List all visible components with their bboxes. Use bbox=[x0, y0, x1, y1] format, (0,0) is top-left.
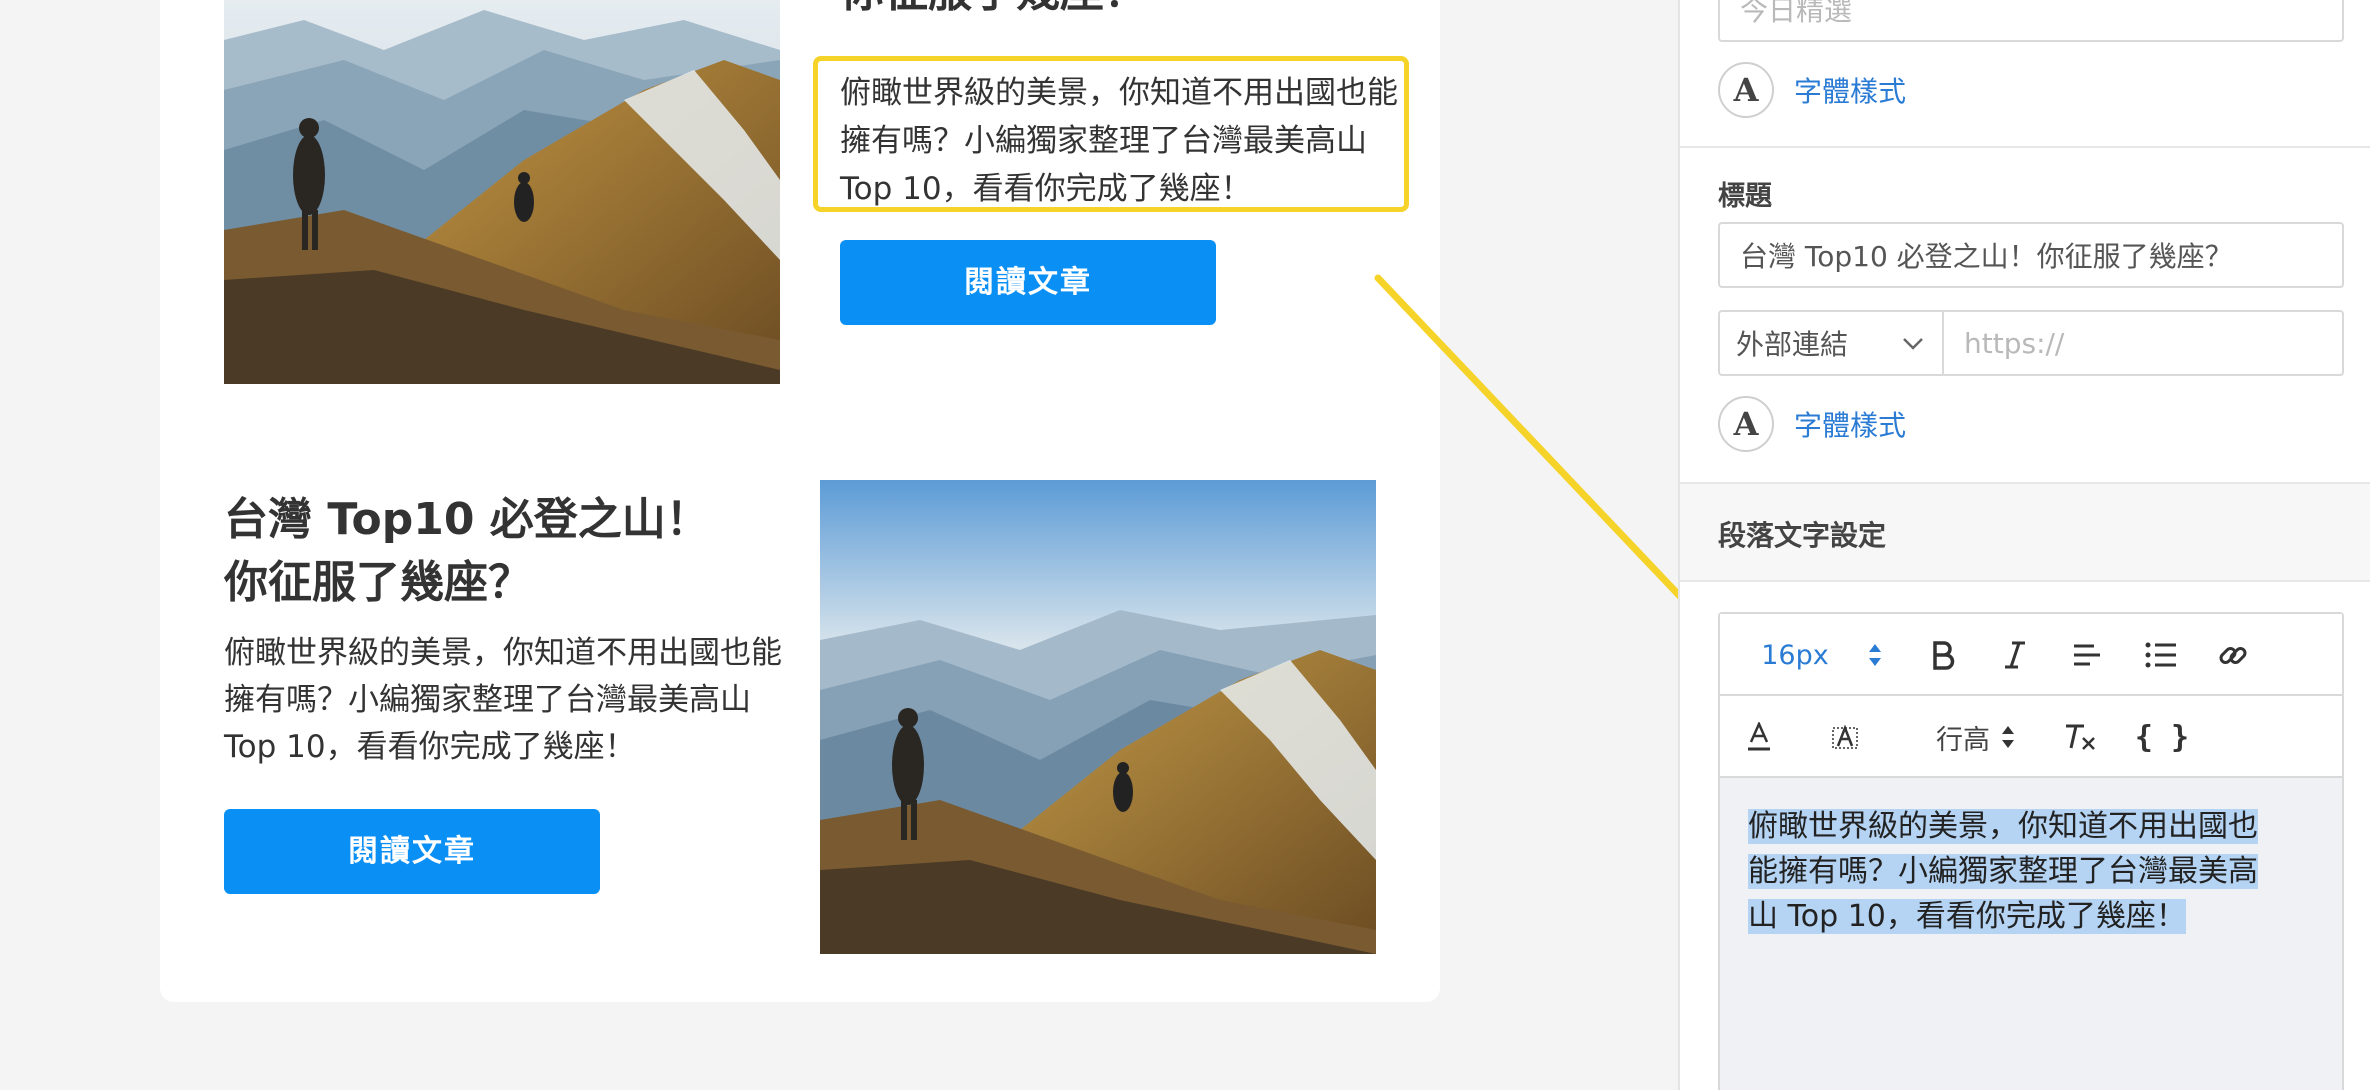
mountain-photo-top[interactable] bbox=[224, 0, 780, 384]
settings-panel: 今日精選 A 字體樣式 標題 台灣 Top10 必登之山！你征服了幾座？ 外部連… bbox=[1678, 0, 2370, 1090]
article-title-bottom[interactable]: 台灣 Top10 必登之山！ 你征服了幾座？ bbox=[224, 488, 784, 614]
text-color-icon[interactable] bbox=[1734, 696, 1784, 778]
email-preview-card: 你征服了幾座？ 俯瞰世界級的美景，你知道不用出國也能擁有嗎？小編獨家整理了台灣最… bbox=[160, 0, 1440, 1002]
article-description-top-selected[interactable]: 俯瞰世界級的美景，你知道不用出國也能擁有嗎？小編獨家整理了台灣最美高山 Top … bbox=[813, 56, 1409, 212]
editor-toolbar-row-2: 行高 { } bbox=[1720, 696, 2342, 778]
subtitle-input[interactable]: 今日精選 bbox=[1718, 0, 2344, 42]
italic-icon[interactable] bbox=[1990, 614, 2040, 696]
link-type-value: 外部連結 bbox=[1736, 328, 1849, 361]
font-a-icon: A bbox=[1718, 62, 1774, 118]
editor-toolbar-row-1: 16px bbox=[1720, 614, 2342, 696]
mountain-photo-bottom[interactable] bbox=[820, 480, 1376, 954]
font-size-stepper-icon[interactable] bbox=[1860, 614, 1890, 696]
line-height-select[interactable]: 行高 bbox=[1916, 696, 2036, 778]
title-section-label: 標題 bbox=[1718, 181, 1772, 212]
read-article-button-top[interactable]: 閱讀文章 bbox=[840, 240, 1216, 325]
chevron-down-icon bbox=[1903, 338, 1923, 350]
code-braces-icon[interactable]: { } bbox=[2132, 696, 2192, 778]
url-placeholder: https:// bbox=[1964, 326, 2065, 360]
article-description-bottom[interactable]: 俯瞰世界級的美景，你知道不用出國也能擁有嗎？小編獨家整理了台灣最美高山 Top … bbox=[224, 630, 784, 771]
divider bbox=[1680, 146, 2370, 148]
font-style-button-2[interactable]: A 字體樣式 bbox=[1718, 396, 1906, 452]
font-size-select[interactable]: 16px bbox=[1740, 614, 1850, 696]
article-title-bottom-line2: 你征服了幾座？ bbox=[224, 557, 532, 608]
link-icon[interactable] bbox=[2208, 614, 2258, 696]
read-article-button-bottom[interactable]: 閱讀文章 bbox=[224, 809, 600, 894]
link-type-select[interactable]: 外部連結 bbox=[1718, 310, 1944, 376]
paragraph-section-header: 段落文字設定 bbox=[1680, 482, 2370, 582]
editor-text-line1: 俯瞰世界級的美景，你知道不用出國也 bbox=[1748, 809, 2258, 844]
rich-text-editor[interactable]: 16px 行高 {} 俯瞰世界級的美景，你知道不用出國也 能擁有嗎？小編獨家整… bbox=[1718, 612, 2344, 1090]
line-height-label: 行高 bbox=[1936, 724, 1990, 756]
clear-format-icon[interactable] bbox=[2050, 696, 2110, 778]
bold-icon[interactable] bbox=[1918, 614, 1968, 696]
article-title-bottom-line1: 台灣 Top10 必登之山！ bbox=[224, 494, 710, 545]
paragraph-section-label: 段落文字設定 bbox=[1718, 519, 1887, 552]
line-height-stepper-icon bbox=[2002, 726, 2014, 748]
font-a-icon: A bbox=[1718, 396, 1774, 452]
title-input-value: 台灣 Top10 必登之山！你征服了幾座？ bbox=[1740, 240, 2233, 273]
font-style-button-1[interactable]: A 字體樣式 bbox=[1718, 62, 1906, 118]
subtitle-placeholder: 今日精選 bbox=[1740, 0, 1853, 27]
font-style-label: 字體樣式 bbox=[1794, 75, 1907, 108]
editor-content[interactable]: 俯瞰世界級的美景，你知道不用出國也 能擁有嗎？小編獨家整理了台灣最美高 山 To… bbox=[1748, 804, 2318, 939]
title-input[interactable]: 台灣 Top10 必登之山！你征服了幾座？ bbox=[1718, 222, 2344, 288]
background-color-icon[interactable] bbox=[1820, 696, 1870, 778]
align-left-icon[interactable] bbox=[2062, 614, 2112, 696]
font-style-label: 字體樣式 bbox=[1794, 409, 1907, 442]
bullet-list-icon[interactable] bbox=[2136, 614, 2186, 696]
font-size-value: 16px bbox=[1761, 639, 1829, 671]
editor-text-line2: 能擁有嗎？小編獨家整理了台灣最美高 bbox=[1748, 854, 2258, 889]
article-title-top[interactable]: 你征服了幾座？ bbox=[840, 0, 1440, 22]
editor-text-line3: 山 Top 10，看看你完成了幾座！ bbox=[1748, 899, 2186, 934]
url-input[interactable]: https:// bbox=[1944, 310, 2344, 376]
